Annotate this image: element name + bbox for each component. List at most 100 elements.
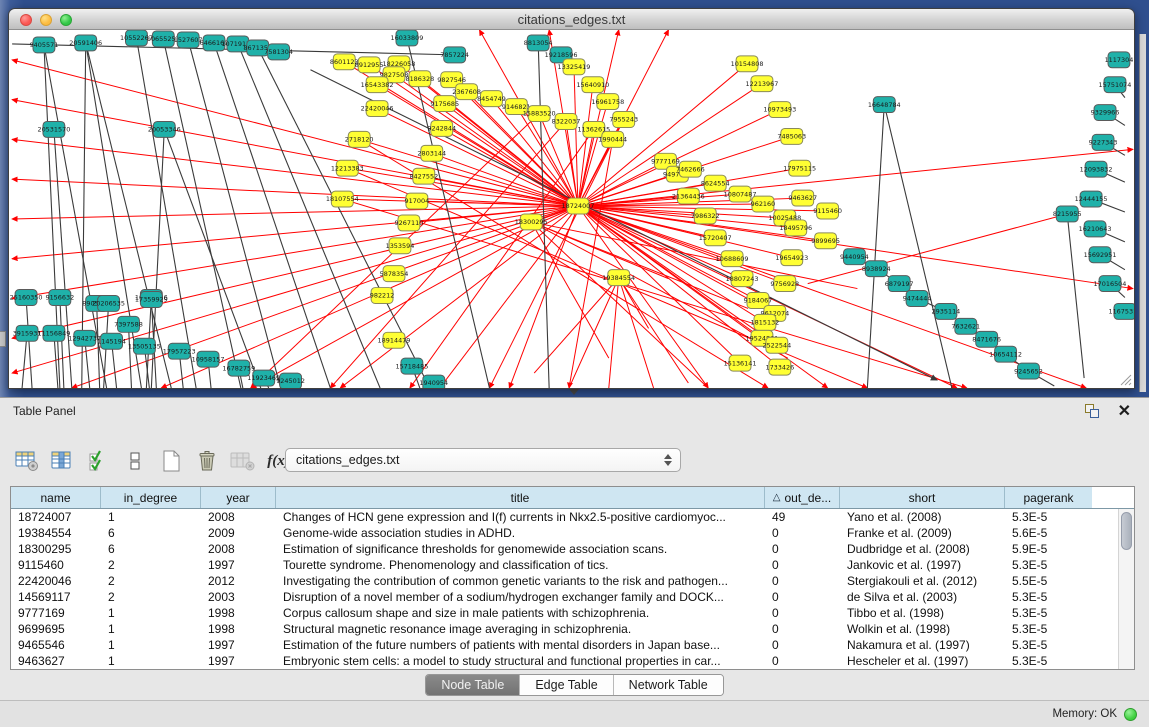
graph-node[interactable]: 11675312 bbox=[1108, 303, 1134, 319]
table-cell[interactable]: 0 bbox=[765, 621, 840, 637]
graph-node[interactable]: 8322037 bbox=[552, 114, 581, 130]
graph-edge[interactable] bbox=[330, 121, 566, 388]
graph-node[interactable]: 9242844 bbox=[427, 120, 456, 136]
table-cell[interactable]: 18300295 bbox=[11, 541, 101, 557]
graph-node[interactable]: 9899695 bbox=[811, 233, 840, 249]
graph-node[interactable]: 9756928 bbox=[770, 276, 799, 292]
graph-node[interactable]: 7581304 bbox=[264, 44, 293, 60]
graph-node[interactable]: 15718485 bbox=[395, 358, 428, 374]
table-cell[interactable]: 1 bbox=[101, 653, 201, 669]
graph-node[interactable]: 9227343 bbox=[1089, 134, 1118, 150]
table-row[interactable]: 1872400712008Changes of HCN gene express… bbox=[11, 509, 1134, 525]
new-column-icon[interactable] bbox=[158, 449, 183, 474]
table-cell[interactable]: 0 bbox=[765, 605, 840, 621]
graph-node[interactable]: 9175685 bbox=[430, 96, 459, 112]
table-row[interactable]: 977716911998Corpus callosum shape and si… bbox=[11, 605, 1134, 621]
table-cell[interactable]: 9463627 bbox=[11, 653, 101, 669]
table-cell[interactable]: Corpus callosum shape and size in male p… bbox=[276, 605, 765, 621]
graph-node[interactable]: 7986322 bbox=[691, 208, 720, 224]
table-cell[interactable]: Stergiakouli et al. (2012) bbox=[840, 573, 1005, 589]
graph-edge[interactable] bbox=[1067, 214, 1084, 378]
table-cell[interactable]: 14569117 bbox=[11, 589, 101, 605]
graph-node[interactable]: 17016504 bbox=[1094, 276, 1127, 292]
table-row[interactable]: 946554611997Estimation of the future num… bbox=[11, 637, 1134, 653]
table-cell[interactable]: 6 bbox=[101, 525, 201, 541]
table-cell[interactable]: 2003 bbox=[201, 589, 276, 605]
graph-edge[interactable] bbox=[619, 278, 654, 388]
column-header-outde[interactable]: △out_de... bbox=[765, 487, 840, 508]
graph-node[interactable]: 11156849 bbox=[37, 325, 70, 341]
table-cell[interactable]: 0 bbox=[765, 589, 840, 605]
delete-column-icon[interactable] bbox=[194, 449, 219, 474]
graph-node[interactable]: 7632621 bbox=[951, 318, 980, 334]
graph-node[interactable]: 25160350 bbox=[10, 290, 43, 306]
vertical-scrollbar[interactable] bbox=[1118, 509, 1134, 669]
table-cell[interactable]: 1997 bbox=[201, 637, 276, 653]
table-cell[interactable]: Tibbo et al. (1998) bbox=[840, 605, 1005, 621]
graph-node[interactable]: 19654923 bbox=[775, 250, 808, 266]
table-cell[interactable]: Estimation of significance thresholds fo… bbox=[276, 541, 765, 557]
table-cell[interactable]: 18724007 bbox=[11, 509, 101, 525]
table-cell[interactable]: 5.5E-5 bbox=[1005, 573, 1092, 589]
graph-node[interactable]: 982212 bbox=[370, 288, 395, 304]
graph-node[interactable]: 9115460 bbox=[813, 203, 842, 219]
graph-node[interactable]: 12213383 bbox=[331, 160, 364, 176]
window-resize-grip[interactable] bbox=[1118, 372, 1132, 386]
table-selector-dropdown[interactable]: citations_edges.txt bbox=[285, 448, 681, 472]
tab-network-table[interactable]: Network Table bbox=[614, 675, 723, 695]
graph-node[interactable]: 18914479 bbox=[378, 332, 411, 348]
table-cell[interactable]: 19384554 bbox=[11, 525, 101, 541]
graph-edge[interactable] bbox=[214, 43, 330, 388]
graph-node[interactable]: 1990444 bbox=[598, 131, 627, 147]
table-cell[interactable]: 1998 bbox=[201, 605, 276, 621]
table-cell[interactable]: Jankovic et al. (1997) bbox=[840, 557, 1005, 573]
graph-node[interactable]: 9245652 bbox=[1014, 363, 1043, 379]
graph-node[interactable]: 19384554 bbox=[602, 270, 635, 286]
table-cell[interactable]: 1998 bbox=[201, 621, 276, 637]
table-cell[interactable]: 1 bbox=[101, 621, 201, 637]
table-cell[interactable]: 9699695 bbox=[11, 621, 101, 637]
table-cell[interactable]: 5.3E-5 bbox=[1005, 557, 1092, 573]
table-cell[interactable]: 9115460 bbox=[11, 557, 101, 573]
table-cell[interactable]: 9465546 bbox=[11, 637, 101, 653]
graph-edge[interactable] bbox=[54, 129, 72, 388]
graph-edge[interactable] bbox=[128, 324, 131, 388]
graph-node[interactable]: 10154808 bbox=[731, 56, 764, 72]
table-cell[interactable]: 2008 bbox=[201, 509, 276, 525]
graph-node[interactable]: 10958157 bbox=[192, 351, 225, 367]
table-cell[interactable]: 0 bbox=[765, 653, 840, 669]
table-cell[interactable]: 1997 bbox=[201, 557, 276, 573]
table-cell[interactable]: 5.3E-5 bbox=[1005, 653, 1092, 669]
graph-node[interactable]: 9245012 bbox=[276, 373, 305, 388]
graph-node[interactable]: 1145194 bbox=[97, 333, 126, 349]
table-cell[interactable]: 22420046 bbox=[11, 573, 101, 589]
graph-node[interactable]: 2803144 bbox=[417, 145, 446, 161]
graph-edge[interactable] bbox=[867, 105, 884, 388]
graph-edge[interactable] bbox=[238, 44, 380, 388]
table-cell[interactable]: 1997 bbox=[201, 653, 276, 669]
column-header-indegree[interactable]: in_degree bbox=[101, 487, 201, 508]
table-cell[interactable]: Tourette syndrome. Phenomenology and cla… bbox=[276, 557, 765, 573]
graph-node[interactable]: 9463627 bbox=[788, 190, 817, 206]
close-panel-icon[interactable]: ✕ bbox=[1118, 401, 1131, 421]
graph-node[interactable]: 12213967 bbox=[746, 76, 779, 92]
graph-node[interactable]: 15692951 bbox=[1084, 247, 1117, 263]
table-cell[interactable]: 2 bbox=[101, 557, 201, 573]
table-cell[interactable]: 0 bbox=[765, 573, 840, 589]
graph-edge[interactable] bbox=[12, 206, 578, 219]
table-cell[interactable]: 1 bbox=[101, 605, 201, 621]
table-cell[interactable]: 1 bbox=[101, 509, 201, 525]
graph-edge[interactable] bbox=[136, 38, 196, 388]
graph-node[interactable]: 7857224 bbox=[440, 47, 469, 63]
graph-node[interactable]: 7955243 bbox=[609, 112, 638, 128]
graph-node[interactable]: 9156632 bbox=[45, 290, 74, 306]
graph-node[interactable]: 1940954 bbox=[419, 375, 448, 388]
table-row[interactable]: 2242004622012Investigating the contribut… bbox=[11, 573, 1134, 589]
graph-node[interactable]: 8813054 bbox=[524, 35, 553, 51]
graph-node[interactable]: 2718120 bbox=[345, 131, 374, 147]
table-cell[interactable]: 2009 bbox=[201, 525, 276, 541]
graph-node[interactable]: 16648784 bbox=[868, 97, 901, 113]
graph-node[interactable]: 8471676 bbox=[972, 331, 1001, 347]
row-height-icon[interactable] bbox=[122, 449, 147, 474]
graph-node[interactable]: 8215955 bbox=[1053, 206, 1082, 222]
